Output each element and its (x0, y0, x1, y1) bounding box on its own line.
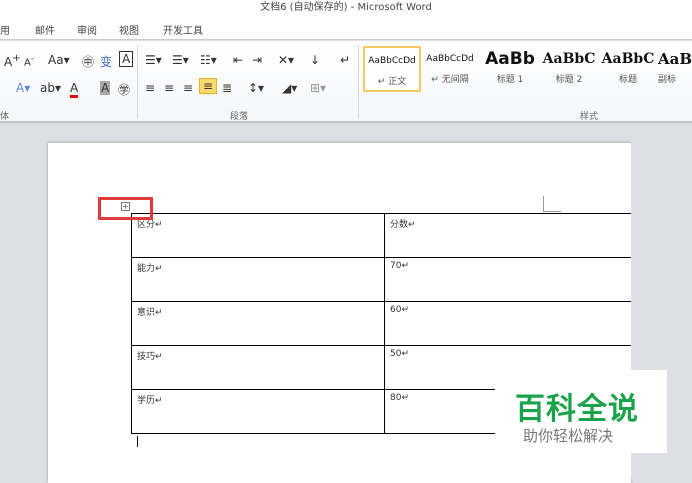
show-marks-icon[interactable]: ↵ (340, 53, 350, 67)
decrease-indent-icon[interactable]: ⇤ (233, 53, 243, 67)
highlight-icon[interactable]: ab▾ (40, 81, 61, 95)
numbering-icon[interactable]: ☰▾ (172, 53, 189, 67)
table-cell[interactable]: 技巧↵ (131, 345, 385, 390)
table-row: 能力↵ 70↵ (131, 257, 632, 302)
table-cell[interactable]: 60↵ (384, 301, 632, 346)
ribbon-tabs: 用 邮件 审阅 视图 开发工具 (0, 18, 692, 40)
style-heading-2[interactable]: AaBbC 标题 2 (540, 46, 598, 92)
table-cell[interactable]: 区分↵ (131, 213, 385, 258)
style-subtitle[interactable]: AaB 副标 (658, 46, 692, 92)
justify-icon[interactable]: ≡ (199, 78, 218, 94)
tab-view[interactable]: 视图 (119, 22, 139, 37)
bullets-icon[interactable]: ☰▾ (145, 53, 162, 67)
font-color-icon[interactable]: A (70, 81, 79, 98)
style-no-spacing[interactable]: AaBbCcDd ↵ 无间隔 (421, 46, 479, 92)
title-bar: 文档6 (自动保存的) - Microsoft Word (0, 0, 692, 18)
grow-font-icon[interactable]: A+ (4, 53, 21, 69)
table-cell[interactable]: 能力↵ (131, 257, 385, 302)
paragraph-group-label: 段落 (230, 112, 249, 122)
tab-developer[interactable]: 开发工具 (163, 22, 203, 37)
line-spacing-icon[interactable]: ↕▾ (248, 81, 264, 95)
shrink-font-icon[interactable]: A- (24, 53, 34, 68)
enclose-icon[interactable]: A (119, 51, 134, 67)
styles-group-label: 样式 (580, 112, 599, 122)
shading-icon[interactable]: ◢▾ (282, 81, 297, 95)
table-row: 意识↵ 60↵ (131, 301, 632, 346)
increase-indent-icon[interactable]: ⇥ (252, 53, 262, 67)
char-shading-icon[interactable]: A (100, 81, 111, 95)
table-cell[interactable]: 分数↵ (384, 213, 632, 258)
font-group-label: 体 (0, 112, 10, 122)
table-row: 区分↵ 分数↵ (131, 213, 632, 258)
table-cell[interactable]: 70↵ (384, 257, 632, 302)
tab-mailings[interactable]: 邮件 (35, 22, 55, 37)
table-move-handle-icon[interactable]: + (121, 202, 130, 211)
text-effect-icon[interactable]: A▾ (16, 81, 30, 95)
table-cell[interactable]: 学历↵ (131, 389, 385, 434)
change-case-icon[interactable]: Aa▾ (48, 53, 70, 67)
ribbon: A+ A- Aa▾ ㊥ 变 A A▾ ab▾ A A ㊫ 体 ☰▾ ☰▾ ☷▾ … (0, 41, 692, 123)
sort-icon[interactable]: ↓ (310, 53, 320, 67)
char-border-icon[interactable]: 变 (100, 53, 112, 70)
multilevel-list-icon[interactable]: ☷▾ (200, 53, 217, 67)
margin-mark (543, 196, 561, 212)
enclosed-char-icon[interactable]: ㊫ (118, 81, 130, 98)
tab-review[interactable]: 审阅 (77, 22, 97, 37)
tab-references[interactable]: 用 (0, 22, 10, 37)
style-heading-1[interactable]: AaBb 标题 1 (481, 46, 539, 92)
align-right-icon[interactable]: ≡ (183, 81, 193, 95)
table-cell[interactable]: 意识↵ (131, 301, 385, 346)
watermark-logo: 百科全说 助你轻松解决 (495, 370, 667, 453)
distributed-icon[interactable]: ≣ (222, 81, 232, 95)
align-left-icon[interactable]: ≡ (145, 81, 155, 95)
text-cursor (137, 436, 138, 447)
phonetic-icon[interactable]: ㊥ (82, 53, 94, 70)
style-normal[interactable]: AaBbCcDd ↵ 正文 (363, 46, 421, 92)
align-center-icon[interactable]: ≡ (164, 81, 174, 95)
chinese-layout-icon[interactable]: ✕▾ (278, 53, 294, 67)
style-title[interactable]: AaBbC 标题 (599, 46, 657, 92)
borders-icon[interactable]: ⊞▾ (310, 81, 326, 95)
